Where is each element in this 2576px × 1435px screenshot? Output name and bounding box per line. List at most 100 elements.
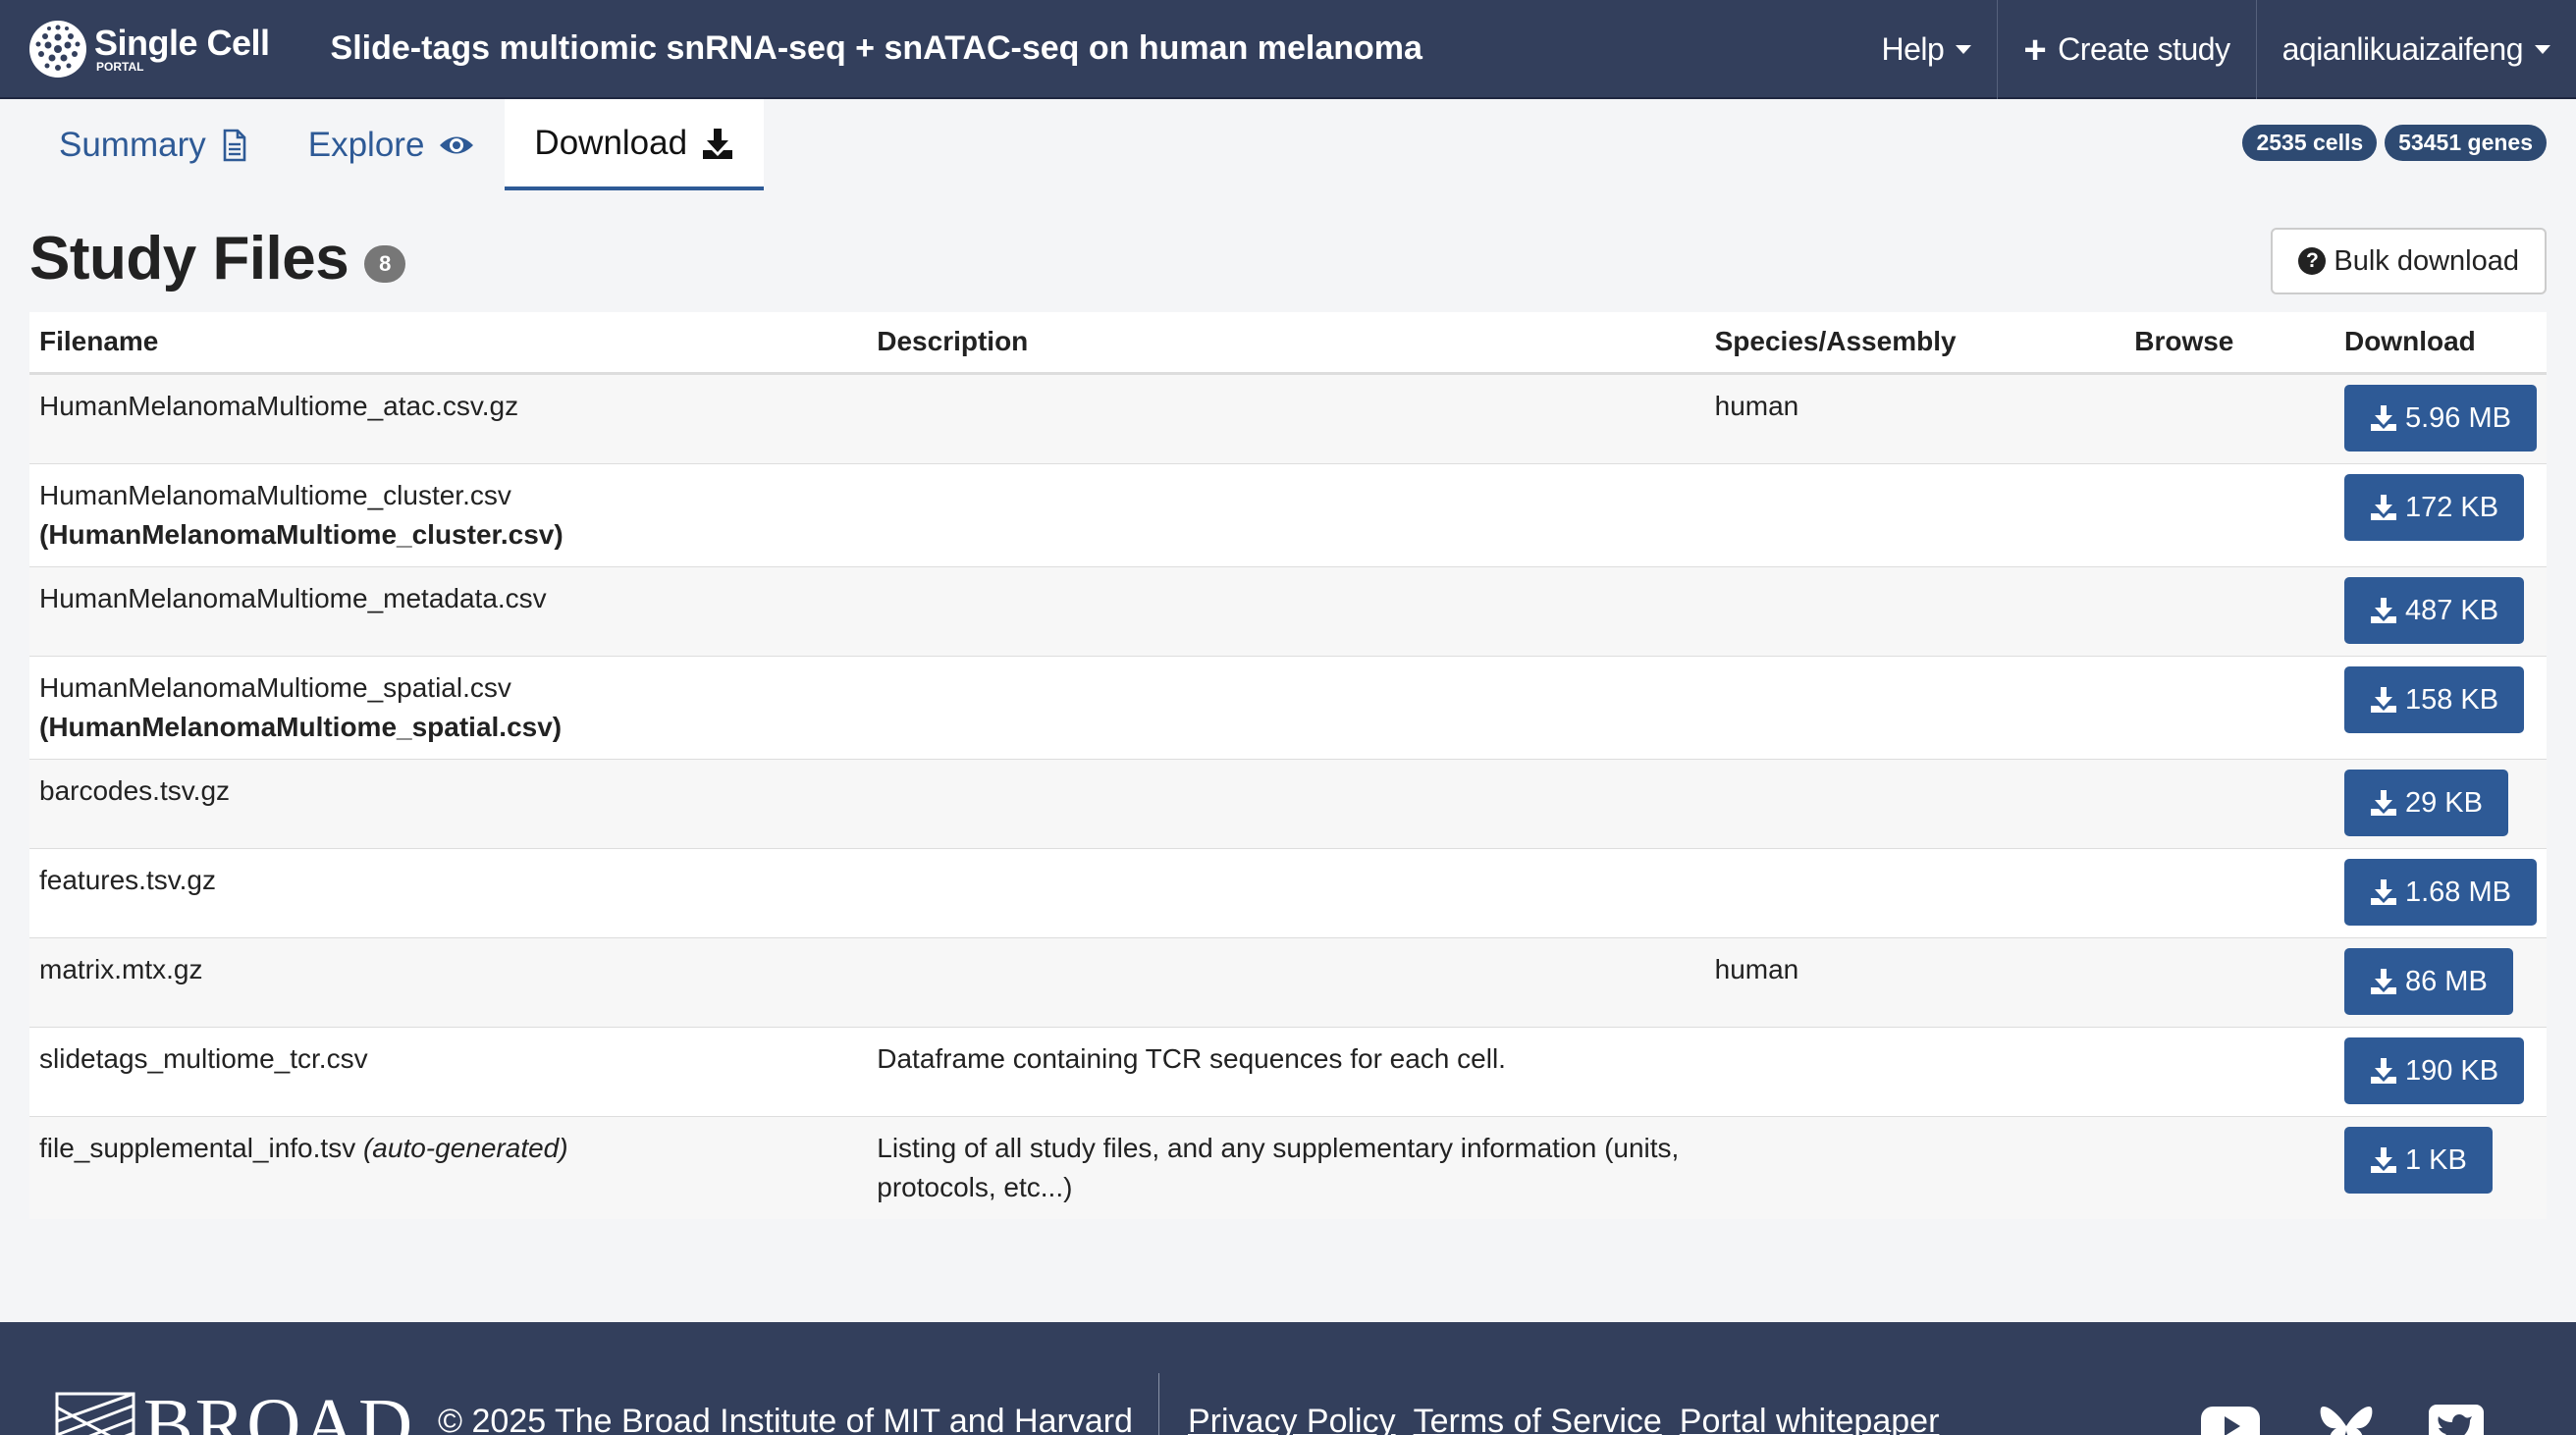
table-row: slidetags_multiome_tcr.csv Dataframe cont… <box>29 1026 2547 1116</box>
cell-download: 487 KB <box>2334 565 2547 656</box>
tab-download-label: Download <box>534 123 688 162</box>
brand-sub: PORTAL <box>96 59 144 74</box>
cell-browse <box>2124 847 2334 937</box>
youtube-icon[interactable] <box>2199 1401 2262 1435</box>
cell-species <box>1704 565 2125 656</box>
filename-subtitle: (HumanMelanomaMultiome_spatial.csv) <box>39 711 563 742</box>
file-size-label: 190 KB <box>2404 1054 2499 1087</box>
brand-name: Single Cell <box>94 22 270 63</box>
table-row: HumanMelanomaMultiome_cluster.csv (HumanM… <box>29 462 2547 566</box>
download-icon <box>2370 1057 2396 1084</box>
help-menu[interactable]: Help <box>1856 0 1998 99</box>
download-icon <box>2370 878 2396 905</box>
twitter-icon[interactable] <box>2425 1401 2488 1435</box>
header-download: Download <box>2334 312 2547 375</box>
user-menu[interactable]: aqianlikuaizaifeng <box>2255 0 2576 99</box>
file-size-label: 86 MB <box>2404 965 2488 997</box>
table-row: matrix.mtx.gz human 86 MB <box>29 936 2547 1027</box>
cell-species <box>1704 847 2125 937</box>
create-study-button[interactable]: + Create study <box>1997 0 2255 99</box>
cell-description <box>867 462 1705 566</box>
plus-icon: + <box>2023 27 2047 72</box>
terms-of-service-link[interactable]: Terms of Service <box>1414 1403 1662 1435</box>
cell-filename: file_supplemental_info.tsv (auto-generat… <box>29 1115 868 1219</box>
cell-download: 158 KB <box>2334 655 2547 759</box>
tab-explore-label: Explore <box>307 125 425 164</box>
broad-logo[interactable]: BROAD <box>55 1383 414 1435</box>
auto-generated-note: (auto-generated) <box>362 1132 568 1163</box>
study-files-table: Filename Description Species/Assembly Br… <box>29 312 2547 1219</box>
table-header-row: Filename Description Species/Assembly Br… <box>29 312 2547 375</box>
header-description: Description <box>867 312 1705 375</box>
file-size-label: 29 KB <box>2404 786 2483 819</box>
cell-download: 1.68 MB <box>2334 847 2547 937</box>
file-download-button[interactable]: 172 KB <box>2343 473 2525 541</box>
cell-description <box>867 655 1705 759</box>
cell-description <box>867 372 1705 463</box>
table-row: HumanMelanomaMultiome_metadata.csv 487 KB <box>29 565 2547 656</box>
bulk-download-label: Bulk download <box>2334 244 2519 277</box>
cell-filename: barcodes.tsv.gz <box>29 758 868 848</box>
tab-download[interactable]: Download <box>505 99 765 190</box>
table-row: HumanMelanomaMultiome_spatial.csv (HumanM… <box>29 655 2547 759</box>
download-icon <box>2370 597 2396 623</box>
cell-species <box>1704 462 2125 566</box>
download-icon <box>2370 404 2396 431</box>
header-filename: Filename <box>29 312 868 375</box>
cell-filename: features.tsv.gz <box>29 847 868 937</box>
page-title: Study Files <box>29 225 349 292</box>
file-download-button[interactable]: 5.96 MB <box>2343 384 2537 452</box>
broad-mark-icon <box>55 1392 135 1435</box>
table-row: features.tsv.gz 1.68 MB <box>29 847 2547 937</box>
cell-download: 172 KB <box>2334 462 2547 566</box>
cell-description: Dataframe containing TCR sequences for e… <box>867 1026 1705 1116</box>
file-size-label: 5.96 MB <box>2404 401 2511 434</box>
filename-text: file_supplemental_info.tsv <box>39 1132 363 1163</box>
file-download-button[interactable]: 487 KB <box>2343 576 2525 644</box>
portal-whitepaper-link[interactable]: Portal whitepaper <box>1680 1403 1940 1435</box>
top-navbar: Single Cell PORTAL Slide-tags multiomic … <box>0 0 2576 99</box>
privacy-policy-link[interactable]: Privacy Policy <box>1188 1403 1396 1435</box>
file-download-button[interactable]: 29 KB <box>2343 769 2508 836</box>
file-download-button[interactable]: 1.68 MB <box>2343 858 2537 926</box>
cell-filename: HumanMelanomaMultiome_atac.csv.gz <box>29 372 868 463</box>
cell-filename: HumanMelanomaMultiome_cluster.csv (HumanM… <box>29 462 868 566</box>
file-count-badge: 8 <box>364 244 406 283</box>
cell-species: human <box>1704 372 2125 463</box>
cells-badge: 2535 cells <box>2242 125 2378 161</box>
download-icon <box>2370 789 2396 816</box>
download-icon <box>703 128 733 159</box>
cell-download: 190 KB <box>2334 1026 2547 1116</box>
study-stats: 2535 cells 53451 genes <box>2242 125 2547 161</box>
file-size-label: 487 KB <box>2404 594 2499 626</box>
cell-browse <box>2124 372 2334 463</box>
cell-filename: HumanMelanomaMultiome_spatial.csv (HumanM… <box>29 655 868 759</box>
tab-explore[interactable]: Explore <box>279 99 506 190</box>
cell-filename: slidetags_multiome_tcr.csv <box>29 1026 868 1116</box>
filename-text: features.tsv.gz <box>39 864 217 895</box>
chevron-down-icon <box>1956 45 1972 54</box>
file-download-button[interactable]: 158 KB <box>2343 665 2525 733</box>
cell-species <box>1704 655 2125 759</box>
file-download-button[interactable]: 86 MB <box>2343 947 2513 1015</box>
cell-download: 5.96 MB <box>2334 372 2547 463</box>
bluesky-icon[interactable] <box>2315 1401 2378 1435</box>
file-download-button[interactable]: 1 KB <box>2343 1126 2493 1194</box>
tab-summary-label: Summary <box>59 125 206 164</box>
brand-logo-link[interactable]: Single Cell PORTAL <box>27 0 270 98</box>
file-download-button[interactable]: 190 KB <box>2343 1036 2525 1104</box>
table-row: file_supplemental_info.tsv (auto-generat… <box>29 1115 2547 1219</box>
bulk-download-button[interactable]: ? Bulk download <box>2271 228 2547 294</box>
filename-text: HumanMelanomaMultiome_atac.csv.gz <box>39 390 519 421</box>
cell-description <box>867 936 1705 1027</box>
filename-text: slidetags_multiome_tcr.csv <box>39 1042 368 1074</box>
tab-summary[interactable]: Summary <box>29 99 279 190</box>
broad-wordmark: BROAD <box>143 1384 415 1435</box>
file-size-label: 158 KB <box>2404 683 2499 716</box>
cell-download: 1 KB <box>2334 1115 2547 1219</box>
filename-subtitle: (HumanMelanomaMultiome_cluster.csv) <box>39 518 564 550</box>
cell-species <box>1704 1115 2125 1219</box>
cell-description <box>867 565 1705 656</box>
cell-browse <box>2124 655 2334 759</box>
cell-browse <box>2124 565 2334 656</box>
